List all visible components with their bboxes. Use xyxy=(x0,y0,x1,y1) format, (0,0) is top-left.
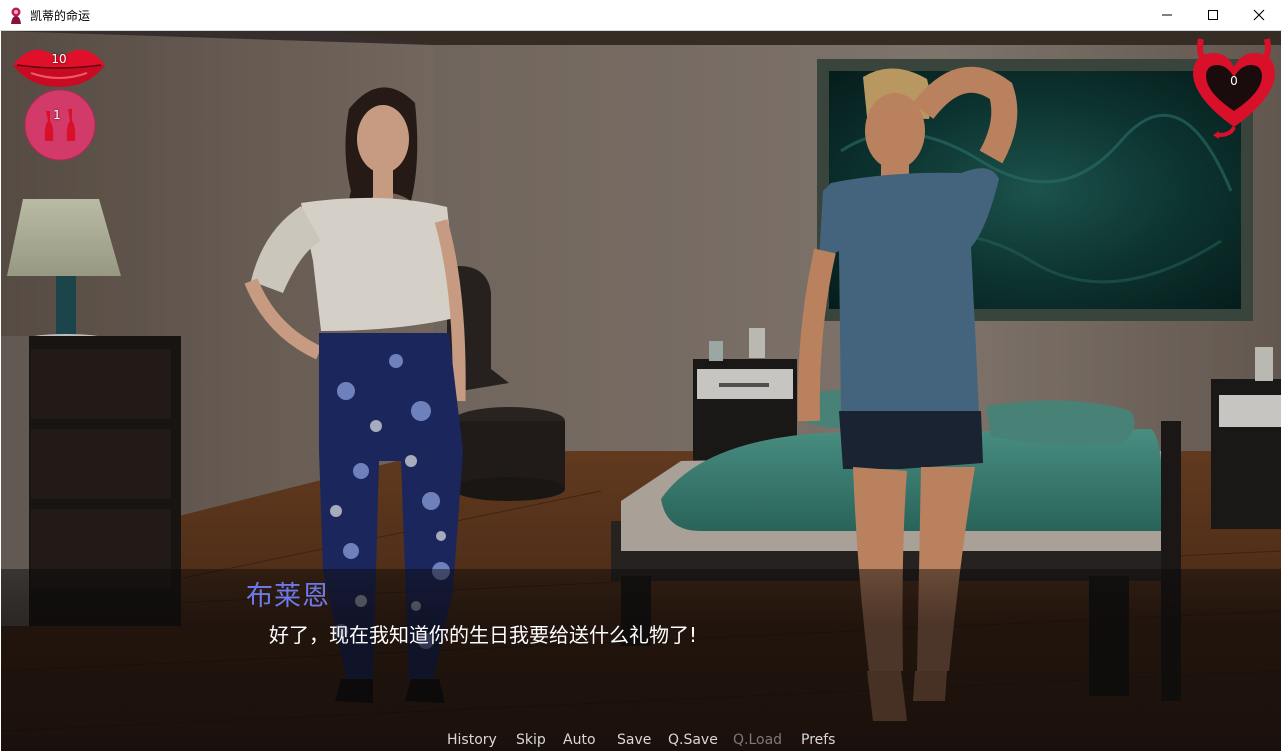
quick-menu-qload[interactable]: Q.Load xyxy=(733,732,782,748)
heart-counter: 0 xyxy=(1230,74,1238,88)
drinks-icon[interactable] xyxy=(24,89,96,161)
quick-menu: History Skip Auto Save Q.Save Q.Load Pre… xyxy=(1,731,1281,751)
quick-menu-qsave[interactable]: Q.Save xyxy=(668,732,718,748)
close-icon xyxy=(1253,9,1265,21)
lips-icon[interactable] xyxy=(11,43,107,89)
app-icon xyxy=(11,7,21,24)
dialogue-text: 好了，现在我知道你的生日我要给送什么礼物了! xyxy=(269,623,698,647)
window-title: 凯蒂的命运 xyxy=(30,9,91,23)
close-button[interactable] xyxy=(1236,0,1282,30)
minimize-icon xyxy=(1162,14,1172,16)
dialogue-window[interactable] xyxy=(1,569,1281,751)
lips-counter: 10 xyxy=(51,52,67,66)
quick-menu-skip[interactable]: Skip xyxy=(516,732,546,748)
quick-menu-prefs[interactable]: Prefs xyxy=(801,732,835,748)
quick-menu-save[interactable]: Save xyxy=(617,732,651,748)
quick-menu-auto[interactable]: Auto xyxy=(563,732,596,748)
drinks-counter: 1 xyxy=(53,108,61,122)
window-titlebar: 凯蒂的命运 xyxy=(0,0,1282,31)
speaker-name: 布莱恩 xyxy=(246,581,330,612)
minimize-button[interactable] xyxy=(1144,0,1190,30)
quick-menu-history[interactable]: History xyxy=(447,732,497,748)
maximize-button[interactable] xyxy=(1190,0,1236,30)
maximize-icon xyxy=(1208,10,1218,20)
game-viewport[interactable]: 10 1 0 布莱恩 好了，现在我知道你的生日我要给送什么礼物了! Histor… xyxy=(1,31,1281,751)
